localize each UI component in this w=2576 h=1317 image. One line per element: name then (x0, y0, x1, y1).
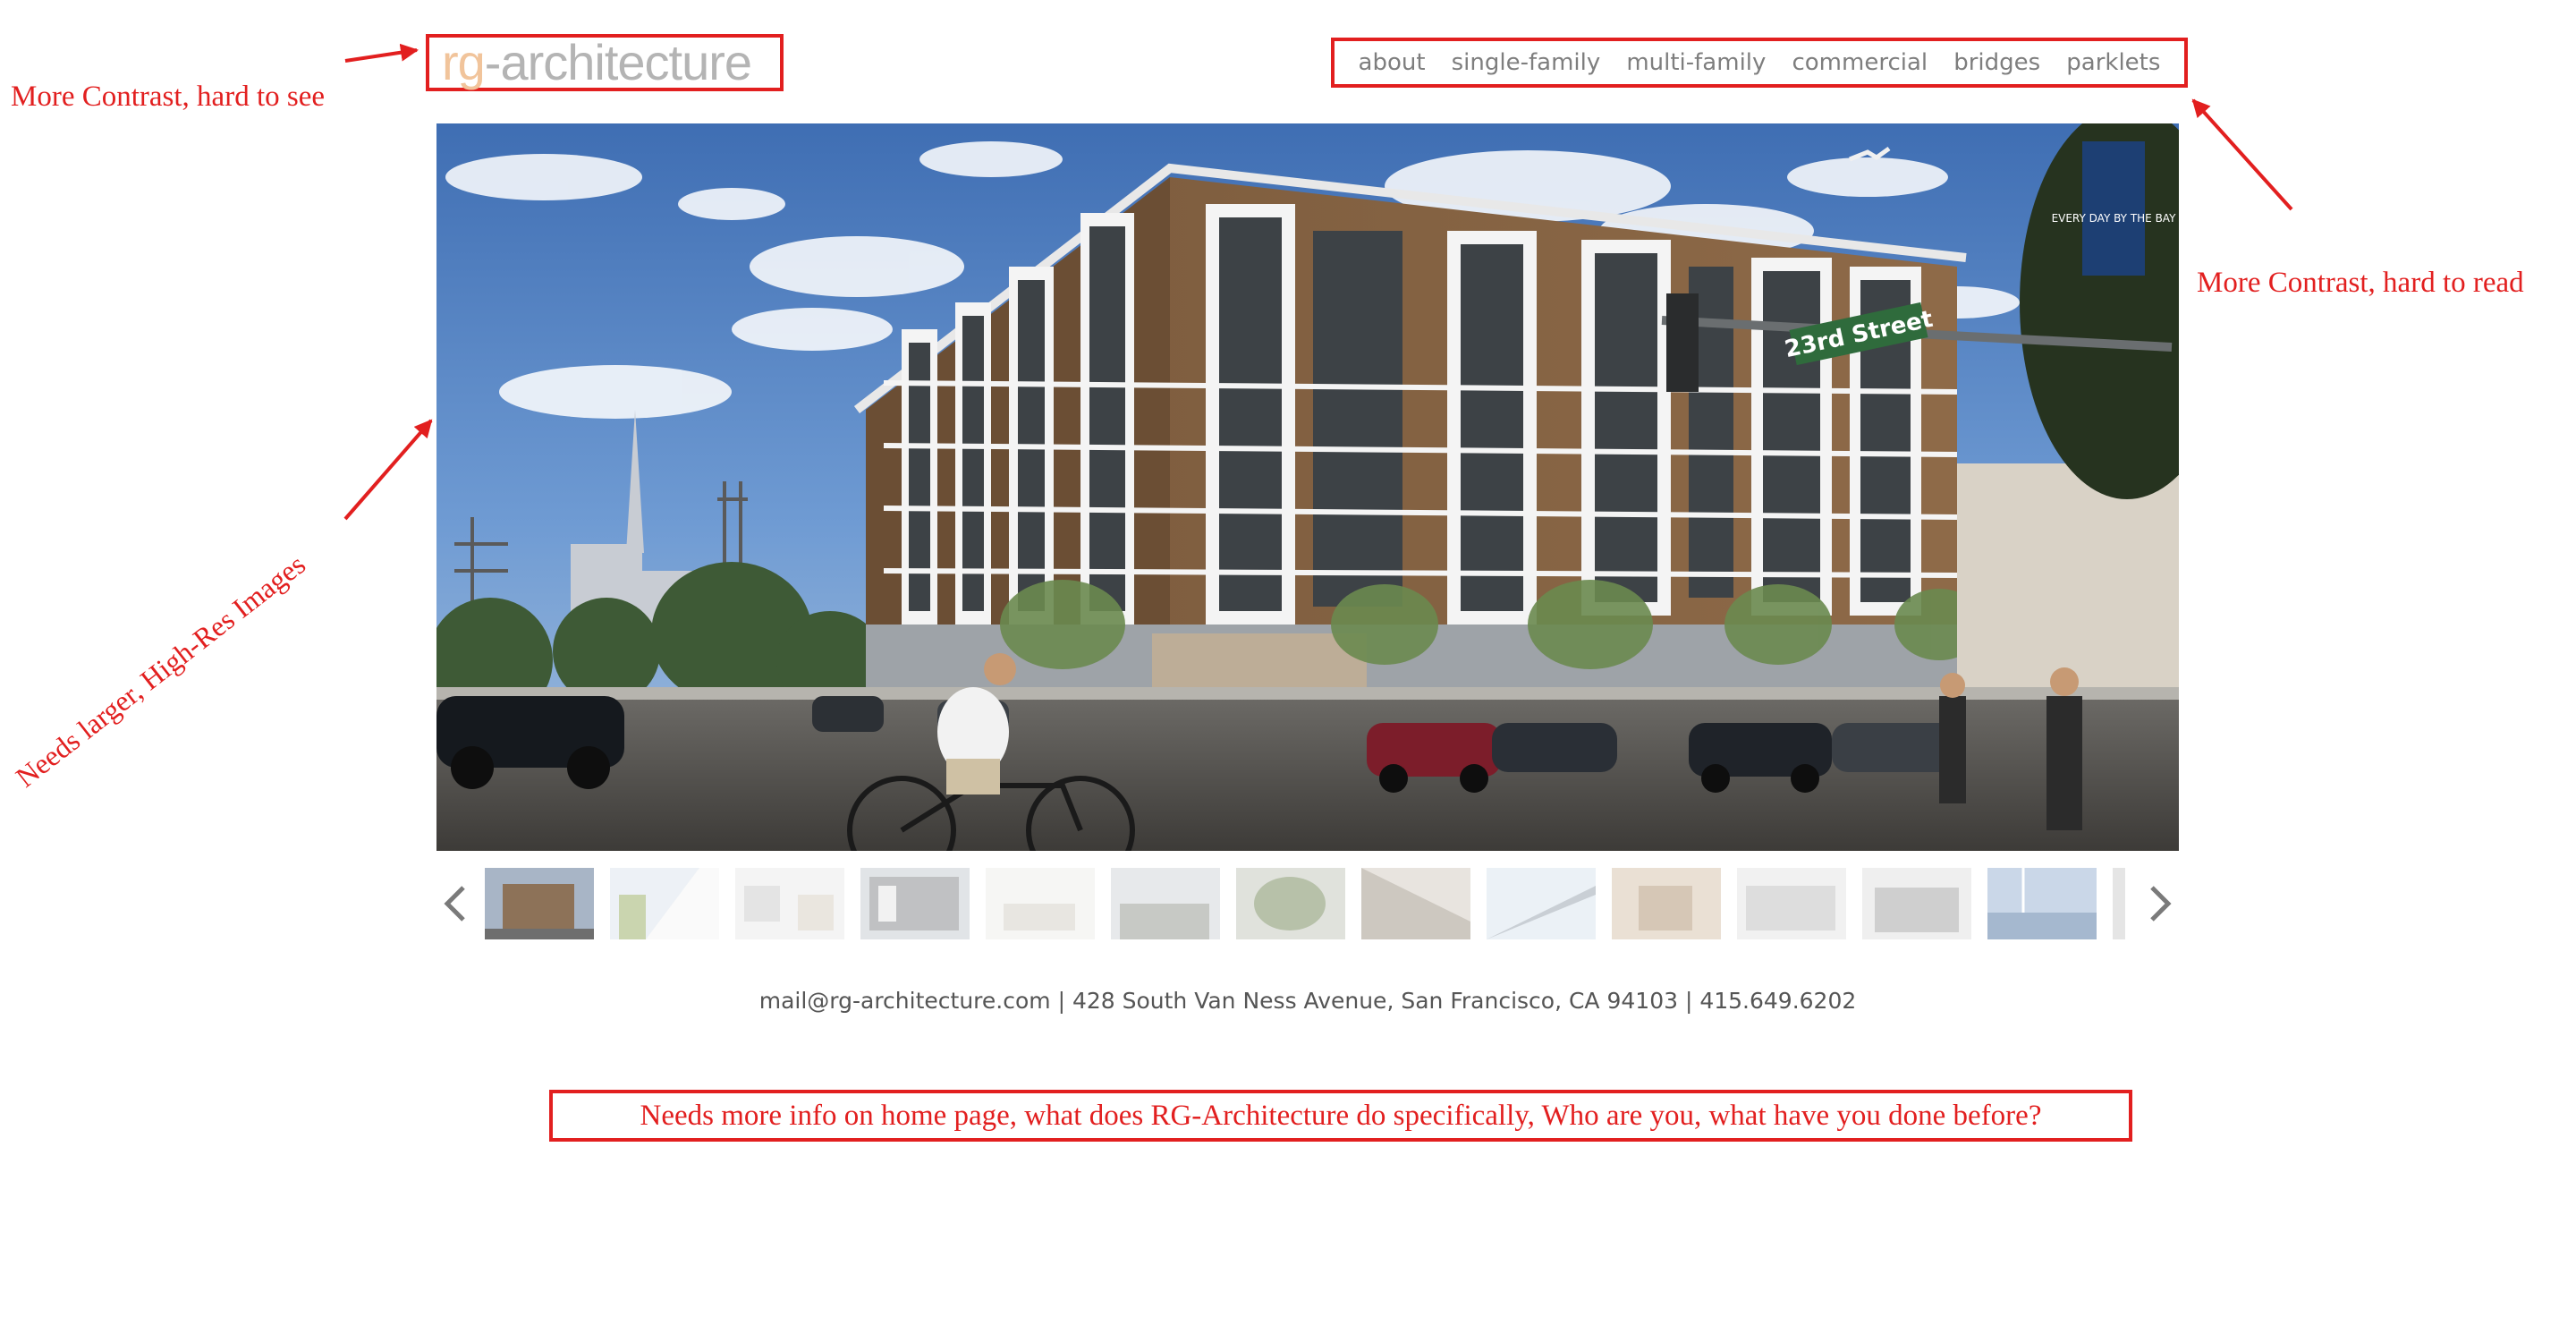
nav-item-commercial[interactable]: commercial (1792, 49, 1928, 76)
annotation-logo-contrast: More Contrast, hard to see (11, 81, 325, 113)
thumbnail-image (2113, 868, 2125, 939)
thumbnail-6[interactable] (1111, 868, 1220, 939)
annotation-nav-contrast: More Contrast, hard to read (2197, 267, 2524, 299)
annotation-info-box: Needs more info on home page, what does … (549, 1090, 2132, 1142)
carousel-next-button[interactable] (2140, 880, 2179, 927)
thumbnail-12[interactable] (1862, 868, 1971, 939)
thumbnail-image (1111, 868, 1220, 939)
thumbnail-4[interactable] (860, 868, 970, 939)
thumbnail-2[interactable] (610, 868, 719, 939)
thumbnail-13[interactable] (1987, 868, 2097, 939)
thumbnail-image (735, 868, 844, 939)
nav-item-bridges[interactable]: bridges (1953, 49, 2040, 76)
nav-item-multi-family[interactable]: multi-family (1626, 49, 1766, 76)
hero-illustration: EVERY DAY BY THE BAY 23rd Street (436, 123, 2179, 851)
chevron-right-icon (2150, 886, 2172, 922)
nav-item-about[interactable]: about (1359, 49, 1426, 76)
thumbnail-8[interactable] (1361, 868, 1470, 939)
annotation-info-text: Needs more info on home page, what does … (640, 1099, 2042, 1132)
thumbnail-image (1236, 868, 1345, 939)
main-nav: about single-family multi-family commerc… (1331, 38, 2188, 88)
logo-suffix: -architecture (484, 34, 752, 90)
banner-text: EVERY DAY BY THE BAY (2052, 212, 2177, 225)
thumbnail-3[interactable] (735, 868, 844, 939)
thumbnail-image (860, 868, 970, 939)
carousel-prev-button[interactable] (436, 880, 476, 927)
thumbnail-7[interactable] (1236, 868, 1345, 939)
arrow-to-hero (343, 419, 433, 521)
hero-image: EVERY DAY BY THE BAY 23rd Street (436, 123, 2179, 851)
annotation-images: Needs larger, High-Res Images (9, 548, 311, 794)
thumbnail-image (610, 868, 719, 939)
thumbnail-carousel (436, 864, 2179, 943)
logo-wordmark: rg-architecture (442, 38, 752, 88)
thumbnail-image (485, 868, 594, 939)
arrow-to-logo (344, 43, 419, 63)
thumbnail-14[interactable] (2113, 868, 2125, 939)
logo-prefix: rg (442, 34, 486, 90)
thumbnail-9[interactable] (1487, 868, 1596, 939)
thumbnail-image (1361, 868, 1470, 939)
thumbnail-image (1612, 868, 1721, 939)
thumbnail-image (1737, 868, 1846, 939)
thumbnail-image (1987, 868, 2097, 939)
chevron-left-icon (444, 886, 465, 922)
nav-item-single-family[interactable]: single-family (1452, 49, 1601, 76)
site-logo[interactable]: rg-architecture (426, 34, 784, 91)
thumbnail-image (1862, 868, 1971, 939)
thumbnail-10[interactable] (1612, 868, 1721, 939)
footer-contact: mail@rg-architecture.com | 428 South Van… (758, 988, 1857, 1014)
arrow-to-nav (2191, 98, 2293, 211)
thumbnail-image (1487, 868, 1596, 939)
thumbnail-image (986, 868, 1095, 939)
thumbnail-1[interactable] (485, 868, 594, 939)
thumbnail-11[interactable] (1737, 868, 1846, 939)
thumbnail-5[interactable] (986, 868, 1095, 939)
nav-item-parklets[interactable]: parklets (2066, 49, 2160, 76)
